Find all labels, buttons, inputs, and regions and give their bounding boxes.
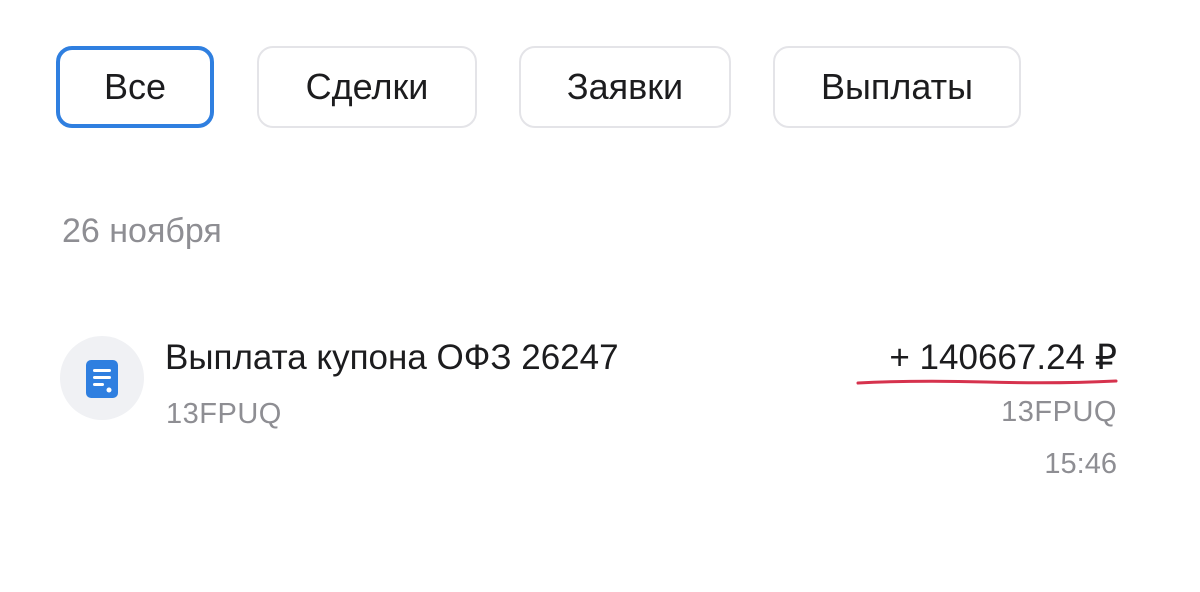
tab-deals[interactable]: Сделки [257,46,477,128]
transaction-time: 15:46 [1044,448,1117,480]
tab-all[interactable]: Все [56,46,214,128]
amount-highlight-underline [856,379,1118,385]
transaction-account: 13FPUQ [166,398,282,430]
transaction-row[interactable]: Выплата купона ОФЗ 26247 13FPUQ + 140667… [60,330,1120,490]
transaction-amount: + 140667.24 ₽ [889,338,1117,377]
transaction-icon-badge [60,336,144,420]
document-icon [86,360,118,398]
tab-payouts[interactable]: Выплаты [773,46,1021,128]
date-group-header: 26 ноября [62,212,222,250]
transaction-account-right: 13FPUQ [1001,396,1117,428]
transaction-title: Выплата купона ОФЗ 26247 [165,338,619,377]
tab-orders[interactable]: Заявки [519,46,731,128]
